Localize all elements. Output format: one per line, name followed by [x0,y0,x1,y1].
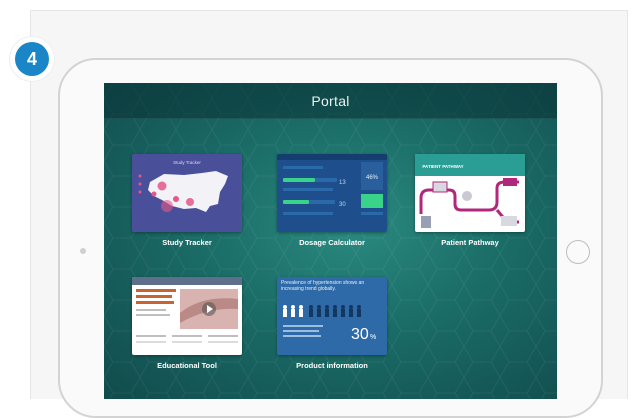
step-number: 4 [15,42,49,76]
study-tracker-thumbnail[interactable]: Study Tracker [132,154,242,232]
tile-dosage-calculator[interactable]: 13 30 46% Dosage Calculator [277,154,387,247]
study-tracker-thumb-title: Study Tracker [173,160,201,165]
tile-label-product-information: Product information [296,361,368,370]
camera-icon [80,248,86,254]
step-badge: 4 [10,37,54,81]
product-information-thumbnail[interactable]: Prevalence of hypertension shows an incr… [277,277,387,355]
home-button[interactable] [566,240,590,264]
app-title: Portal [311,92,350,109]
educational-tool-thumbnail[interactable] [132,277,242,355]
app-header: Portal [104,83,557,119]
dosage-calculator-thumbnail[interactable]: 13 30 46% [277,154,387,232]
tile-educational-tool[interactable]: Educational Tool [132,277,242,370]
product-thumb-headline: Prevalence of hypertension shows an incr… [281,280,365,292]
tile-patient-pathway[interactable]: PATIENT PATHWAY Patient Pathway [415,154,525,247]
product-thumb-stat: 30 [351,326,369,343]
dosage-readout-big: 46% [366,175,379,181]
tile-label-dosage-calculator: Dosage Calculator [299,238,365,247]
patient-pathway-thumb-title: PATIENT PATHWAY [422,164,463,169]
tile-label-study-tracker: Study Tracker [162,238,212,247]
tile-study-tracker[interactable]: Study Tracker Study Tracker [132,154,242,247]
app-screen: Portal Study Tracker Study Tracker 13 30… [104,83,557,399]
dosage-readout-2: 30 [339,202,346,208]
tile-label-educational-tool: Educational Tool [157,361,217,370]
tile-label-patient-pathway: Patient Pathway [441,238,499,247]
tile-product-information[interactable]: Prevalence of hypertension shows an incr… [277,277,387,370]
dosage-readout-1: 13 [339,180,346,186]
patient-pathway-thumbnail[interactable]: PATIENT PATHWAY [415,154,525,232]
product-thumb-stat-unit: % [370,334,376,341]
